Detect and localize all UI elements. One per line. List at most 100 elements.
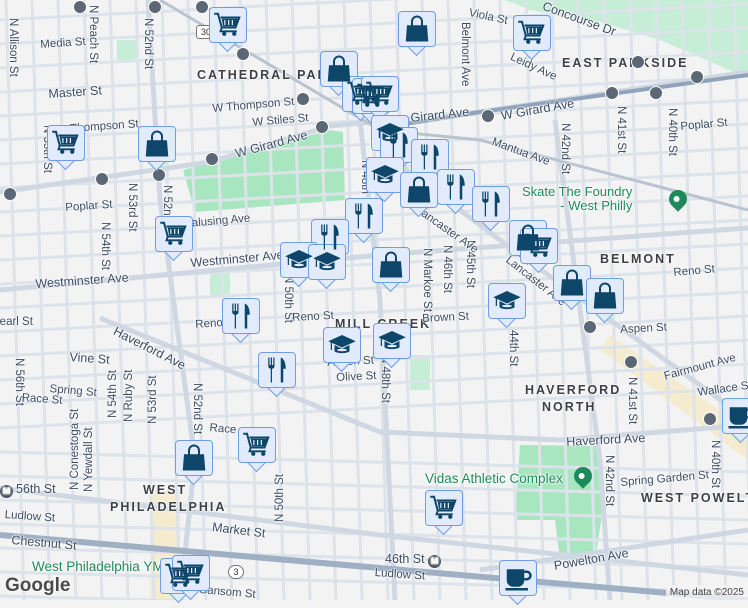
street-label: N 54th St	[107, 370, 119, 418]
metro-station-56th[interactable]: M 56th St	[0, 483, 56, 498]
marker-badge	[722, 398, 748, 434]
place-marker-cart[interactable]	[155, 216, 193, 264]
transit-stop-icon[interactable]	[95, 172, 109, 186]
street-label: N Yewdall St	[83, 427, 95, 492]
marker-badge	[425, 490, 463, 526]
bag-icon	[404, 175, 434, 205]
neighborhood-label: BELMONT	[600, 252, 676, 266]
transit-stop-icon[interactable]	[690, 70, 704, 84]
transit-stop-icon[interactable]	[631, 55, 645, 69]
place-marker-school[interactable]	[488, 283, 526, 331]
marker-badge	[400, 172, 438, 208]
place-marker-bag[interactable]	[138, 126, 176, 174]
place-marker-bag[interactable]	[586, 278, 624, 326]
place-marker-cart[interactable]	[425, 490, 463, 538]
place-marker-school[interactable]	[323, 327, 361, 375]
marker-badge	[47, 125, 85, 161]
cart-icon	[213, 10, 243, 40]
street-label: N 40th St	[666, 108, 678, 156]
marker-badge	[586, 278, 624, 314]
marker-badge	[553, 265, 591, 301]
school-icon	[327, 330, 357, 360]
street-label: Pearl St	[0, 316, 33, 328]
neighborhood-label: CATHEDRAL PARK	[197, 68, 340, 82]
park-vidas	[515, 445, 602, 560]
cart-icon	[429, 493, 459, 523]
transit-stop-icon[interactable]	[481, 109, 495, 123]
street-label: 44th St	[507, 330, 519, 367]
place-marker-school[interactable]	[373, 323, 411, 371]
place-marker-fork-knife[interactable]	[345, 198, 383, 246]
transit-stop-icon[interactable]	[649, 86, 663, 100]
place-marker-coffee[interactable]	[499, 560, 537, 608]
cart-icon	[159, 219, 189, 249]
place-marker-bag[interactable]	[175, 440, 213, 488]
marker-badge	[398, 11, 436, 47]
park-small	[210, 272, 230, 297]
route-shield-3: 3	[228, 565, 244, 579]
poi-west-philadelphia-ymca[interactable]: West Philadelphia YM	[32, 560, 164, 574]
poi-skate-the-foundry[interactable]: Skate The Foundry - West Philly	[522, 185, 632, 213]
place-marker-fork-knife[interactable]	[437, 169, 475, 217]
place-marker-cart[interactable]	[238, 427, 276, 475]
street-label: Reno St	[291, 309, 335, 324]
marker-badge	[437, 169, 475, 205]
fork-knife-icon	[226, 301, 256, 331]
place-marker-fork-knife[interactable]	[258, 352, 296, 400]
marker-badge	[380, 127, 418, 163]
marker-badge	[472, 186, 510, 222]
place-marker-bag[interactable]	[372, 247, 410, 295]
marker-badge	[513, 15, 551, 51]
transit-stop-icon[interactable]	[3, 187, 17, 201]
school-icon	[492, 286, 522, 316]
place-marker-fork-knife[interactable]	[472, 186, 510, 234]
place-marker-coffee[interactable]	[722, 398, 748, 446]
street-label: N 41st St	[626, 377, 638, 425]
transit-stop-icon[interactable]	[73, 0, 87, 14]
transit-stop-icon[interactable]	[624, 355, 638, 369]
transit-stop-icon[interactable]	[296, 92, 310, 106]
place-marker-fork-knife[interactable]	[222, 298, 260, 346]
transit-stop-icon[interactable]	[148, 0, 162, 14]
place-marker-cart[interactable]	[47, 125, 85, 173]
bag-icon	[179, 443, 209, 473]
metro-station-46th[interactable]: 46th St M	[385, 553, 444, 568]
place-marker-cart[interactable]	[209, 7, 247, 55]
poi-vidas-athletic-complex[interactable]: Vidas Athletic Complex	[425, 472, 563, 486]
fork-knife-icon	[441, 172, 471, 202]
fork-knife-icon	[384, 130, 414, 160]
place-marker-cart[interactable]	[172, 555, 210, 603]
fork-knife-icon	[415, 142, 445, 172]
cart-icon	[524, 231, 554, 261]
transit-stop-icon[interactable]	[195, 0, 209, 14]
street-label: N 52nd St	[142, 18, 154, 70]
marker-badge	[499, 560, 537, 596]
transit-stop-icon[interactable]	[605, 86, 619, 100]
transit-stop-icon[interactable]	[703, 412, 717, 426]
cart-icon	[517, 18, 547, 48]
street-label: N Conestoga St	[69, 408, 81, 490]
transit-stop-icon[interactable]	[205, 152, 219, 166]
fork-knife-icon	[476, 189, 506, 219]
street-line	[0, 450, 748, 474]
street-label: N 50th St	[274, 474, 286, 522]
transit-stop-icon[interactable]	[315, 120, 329, 134]
marker-badge	[238, 427, 276, 463]
map-attribution[interactable]: Map data ©2025	[665, 585, 748, 600]
street-label: Aspen St	[619, 321, 668, 336]
marker-badge	[373, 323, 411, 359]
place-marker-bag[interactable]	[398, 11, 436, 59]
marker-badge	[366, 157, 404, 193]
metro-icon: M	[0, 485, 13, 498]
street-line	[732, 0, 748, 517]
coffee-icon	[503, 563, 533, 593]
street-label: N 52nd St	[191, 383, 203, 435]
place-marker-cart[interactable]	[513, 15, 551, 63]
bag-icon	[142, 129, 172, 159]
place-marker-school[interactable]	[308, 244, 346, 292]
marker-badge	[323, 327, 361, 363]
place-marker-bag[interactable]	[400, 172, 438, 220]
school-icon	[370, 160, 400, 190]
station-name: 46th St	[385, 552, 425, 566]
fork-knife-icon	[262, 355, 292, 385]
